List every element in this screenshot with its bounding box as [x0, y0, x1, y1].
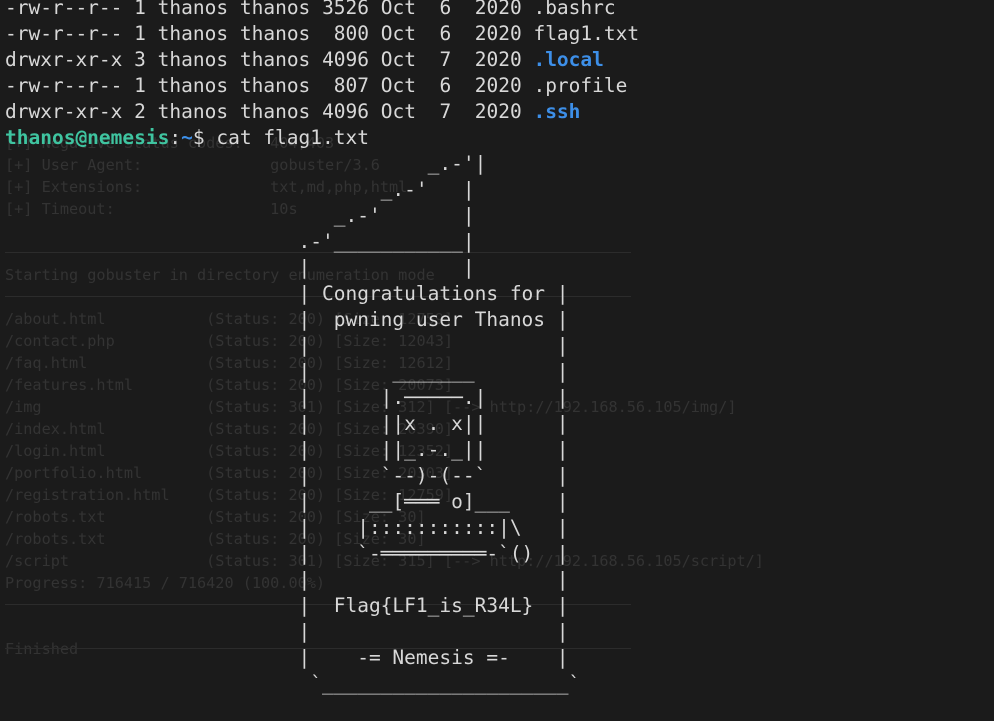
listing-year: 2020	[474, 22, 522, 45]
listing-day: 7	[427, 48, 452, 71]
listing-owner: thanos	[157, 48, 229, 71]
listing-links: 1	[134, 22, 146, 45]
directory-name[interactable]: .local	[533, 48, 603, 71]
listing-day: 6	[427, 22, 452, 45]
listing-group: thanos	[239, 74, 311, 97]
prompt-line[interactable]: thanos@nemesis:~$ cat flag1.txt	[5, 125, 639, 151]
listing-month: Oct	[380, 100, 417, 123]
listing-row: drwxr-xr-x 3 thanos thanos 4096 Oct 7 20…	[5, 47, 639, 73]
ascii-art-line: | |	[5, 334, 569, 357]
ascii-art-line: _.-'|	[5, 152, 487, 175]
listing-size: 800	[322, 22, 370, 45]
listing-size: 807	[322, 74, 370, 97]
ascii-art-line: | |:::::::::::|\ |	[5, 516, 569, 539]
ascii-art-line: | Congratulations for |	[5, 282, 569, 305]
ascii-art-line: _.-' |	[5, 178, 475, 201]
listing-year: 2020	[474, 100, 522, 123]
terminal-output: -rw-r--r-- 1 thanos thanos 3526 Oct 6 20…	[5, 0, 639, 697]
listing-perms: -rw-r--r--	[5, 0, 123, 19]
ascii-art-line: | Flag{LF1_is_R34L} |	[5, 594, 569, 617]
ascii-art-line: .-'___________|	[5, 230, 475, 253]
ascii-art-line: | |	[5, 568, 569, 591]
ascii-art-line: | |	[5, 620, 569, 643]
listing-perms: -rw-r--r--	[5, 22, 123, 45]
listing-group: thanos	[239, 100, 311, 123]
listing-row: drwxr-xr-x 2 thanos thanos 4096 Oct 7 20…	[5, 99, 639, 125]
listing-day: 6	[427, 74, 452, 97]
listing-owner: thanos	[157, 22, 229, 45]
listing-owner: thanos	[157, 0, 229, 19]
listing-owner: thanos	[157, 74, 229, 97]
ascii-art-line: _.-' |	[5, 204, 475, 227]
prompt-symbol: $	[192, 126, 217, 149]
ascii-art-line: | pwning user Thanos |	[5, 308, 569, 331]
ascii-art-line: | _______ |	[5, 360, 569, 383]
listing-day: 7	[427, 100, 452, 123]
listing-day: 6	[427, 0, 452, 19]
listing-month: Oct	[380, 0, 417, 19]
listing-year: 2020	[474, 48, 522, 71]
listing-row: -rw-r--r-- 1 thanos thanos 800 Oct 6 202…	[5, 21, 639, 47]
listing-group: thanos	[239, 0, 311, 19]
listing-links: 1	[134, 0, 146, 19]
listing-row: -rw-r--r-- 1 thanos thanos 3526 Oct 6 20…	[5, 0, 639, 21]
listing-size: 4096	[322, 48, 370, 71]
listing-perms: drwxr-xr-x	[5, 48, 123, 71]
prompt-path: ~	[181, 126, 193, 149]
ascii-art-line: | |.─────.| |	[5, 386, 569, 409]
directory-name[interactable]: .ssh	[533, 100, 580, 123]
listing-year: 2020	[474, 74, 522, 97]
listing-row: -rw-r--r-- 1 thanos thanos 807 Oct 6 202…	[5, 73, 639, 99]
ascii-art-line: | |	[5, 256, 475, 279]
listing-size: 4096	[322, 100, 370, 123]
ascii-art-line: | `--)-(--` |	[5, 464, 569, 487]
ascii-art-line: | `-═════════-`() |	[5, 542, 569, 565]
listing-month: Oct	[380, 48, 417, 71]
listing-owner: thanos	[157, 100, 229, 123]
listing-month: Oct	[380, 74, 417, 97]
listing-group: thanos	[239, 22, 311, 45]
prompt-user-host: thanos@nemesis	[5, 126, 170, 149]
file-name[interactable]: .bashrc	[533, 0, 615, 19]
listing-links: 2	[134, 100, 146, 123]
file-name[interactable]: .profile	[533, 74, 627, 97]
terminal-window[interactable]: [+] Negative Status codes: 404,403 [+] Us…	[0, 0, 994, 721]
listing-perms: -rw-r--r--	[5, 74, 123, 97]
ascii-art-line: | ||x . x|| |	[5, 412, 569, 435]
listing-year: 2020	[474, 0, 522, 19]
listing-month: Oct	[380, 22, 417, 45]
file-name[interactable]: flag1.txt	[533, 22, 639, 45]
ascii-art-line: | -= Nemesis =- |	[5, 646, 569, 669]
listing-perms: drwxr-xr-x	[5, 100, 123, 123]
ascii-art-line: `_____________________`	[5, 672, 581, 695]
listing-links: 3	[134, 48, 146, 71]
listing-group: thanos	[239, 48, 311, 71]
listing-links: 1	[134, 74, 146, 97]
ascii-art-line: | __[═══ o]___ |	[5, 490, 569, 513]
prompt-separator: :	[169, 126, 182, 149]
listing-size: 3526	[322, 0, 370, 19]
ascii-art-line: | ||_.-._|| |	[5, 438, 569, 461]
prompt-command: cat flag1.txt	[216, 126, 369, 149]
